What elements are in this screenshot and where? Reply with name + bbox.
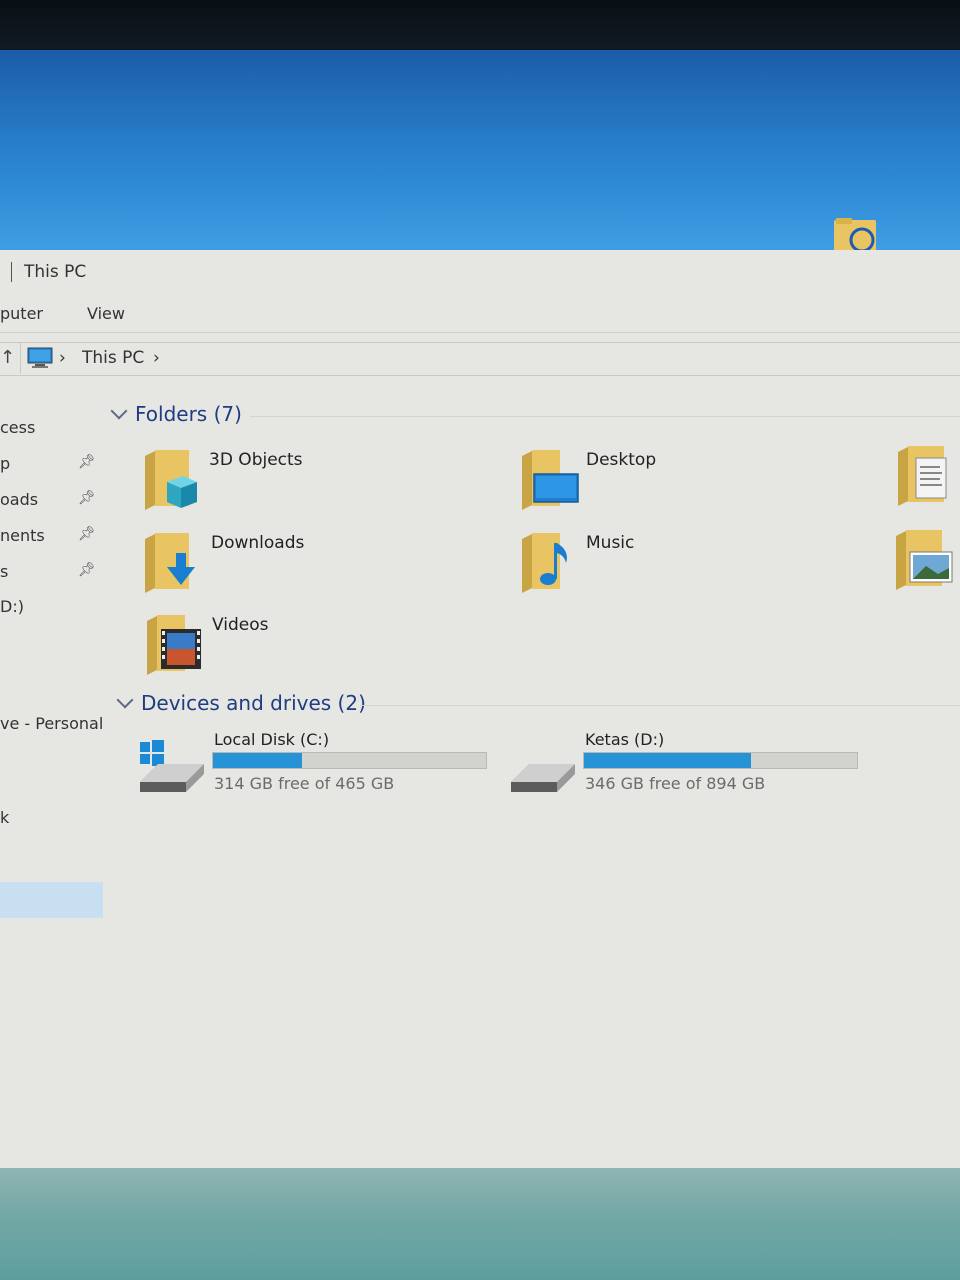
tab-view[interactable]: View [87,304,125,323]
window-title: This PC [24,262,87,282]
hard-drive-icon [511,764,575,792]
breadcrumb-this-pc[interactable]: This PC [82,348,144,368]
drive-local-disk-c[interactable]: Local Disk (C:) 314 GB free of 465 GB [138,730,498,800]
breadcrumb-chevron-icon[interactable]: › [153,348,160,368]
file-explorer-window: This PC puter View ↑ › This PC › cess p … [0,250,960,1170]
folder-downloads[interactable]: Downloads [143,533,503,605]
nav-selected-highlight [0,882,103,918]
nav-item-documents[interactable]: nents [0,526,45,545]
address-box[interactable]: › This PC › [20,343,960,374]
folders-header-label: Folders (7) [135,402,242,426]
title-separator [11,262,12,282]
folder-pictures-partial[interactable] [894,530,960,590]
drive-free-space: 346 GB free of 894 GB [585,774,766,793]
drive-usage-bar [583,752,858,769]
desktop-background-bottom [0,1168,960,1280]
folder-label: Downloads [211,533,305,553]
nav-item-quick-access[interactable]: cess [0,418,35,437]
chevron-down-icon[interactable] [110,402,128,420]
drive-usage-fill [584,753,752,768]
tab-computer[interactable]: puter [0,304,43,323]
pin-icon: 📌︎ [78,454,96,470]
pin-icon: 📌︎ [78,562,96,578]
desktop-folder-icon [522,450,579,510]
address-bar: ↑ › This PC › [0,342,960,376]
nav-item-onedrive[interactable]: ve - Personal [0,714,103,733]
title-bar: This PC [0,250,960,294]
drive-name: Local Disk (C:) [214,730,330,749]
this-pc-icon [27,347,53,368]
section-divider [360,705,960,706]
nav-item-drive-d[interactable]: D:) [0,597,24,616]
folder-documents-partial[interactable] [896,446,960,506]
chevron-down-icon[interactable] [116,691,134,709]
pictures-folder-icon [896,530,953,590]
monitor-bezel [0,0,960,56]
music-folder-icon [522,533,567,593]
downloads-folder-icon [145,533,195,593]
windows-drive-icon [140,740,204,792]
pin-icon: 📌︎ [78,490,96,506]
up-arrow-icon[interactable]: ↑ [0,347,15,368]
nav-item-downloads[interactable]: oads [0,490,38,509]
folder-desktop[interactable]: Desktop [520,450,880,522]
section-divider [250,416,960,417]
folder-label: Videos [212,615,269,635]
nav-item-pictures[interactable]: s [0,562,8,581]
3d-objects-folder-icon [145,450,197,510]
folder-3d-objects[interactable]: 3D Objects [143,450,503,522]
documents-folder-icon [898,446,947,506]
drive-usage-bar [212,752,487,769]
pin-icon: 📌︎ [78,526,96,542]
navigation-pane: cess p 📌︎ oads 📌︎ nents 📌︎ s 📌︎ D:) ve -… [0,380,106,1080]
devices-header-label: Devices and drives (2) [141,691,366,715]
desktop-background [0,50,960,255]
nav-item-desktop[interactable]: p [0,454,10,473]
drive-free-space: 314 GB free of 465 GB [214,774,395,793]
folder-label: 3D Objects [209,450,303,470]
desktop-folder-icon[interactable] [834,218,880,253]
folders-header[interactable]: Folders (7) [110,402,242,426]
folder-label: Desktop [586,450,657,470]
folder-videos[interactable]: Videos [145,615,505,687]
devices-header[interactable]: Devices and drives (2) [116,691,366,715]
ribbon: puter View [0,294,960,333]
folder-music[interactable]: Music [520,533,880,605]
folder-label: Music [586,533,635,553]
drive-usage-fill [213,753,302,768]
nav-item-network[interactable]: k [0,808,9,827]
videos-folder-icon [147,615,201,675]
breadcrumb-separator-icon: › [59,348,66,368]
drive-ketas-d[interactable]: Ketas (D:) 346 GB free of 894 GB [509,730,869,800]
drive-name: Ketas (D:) [585,730,665,749]
